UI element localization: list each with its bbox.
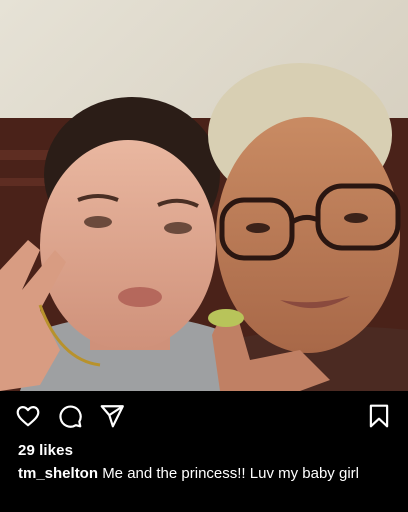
likes-count[interactable]: 29 likes [18, 442, 73, 459]
save-button[interactable] [366, 403, 392, 429]
share-button[interactable] [99, 403, 125, 429]
comment-button[interactable] [57, 403, 83, 429]
post-caption: tm_shelton Me and the princess!! Luv my … [18, 464, 390, 483]
selfie-image [0, 0, 408, 391]
bookmark-icon [369, 404, 389, 428]
post-action-bar [0, 391, 408, 441]
post-photo[interactable] [0, 0, 408, 391]
caption-username[interactable]: tm_shelton [18, 465, 98, 482]
heart-icon [16, 406, 40, 427]
paper-plane-icon [100, 405, 124, 428]
like-button[interactable] [15, 403, 41, 429]
caption-text: Me and the princess!! Luv my baby girl [102, 465, 359, 482]
comment-bubble-icon [59, 405, 82, 428]
